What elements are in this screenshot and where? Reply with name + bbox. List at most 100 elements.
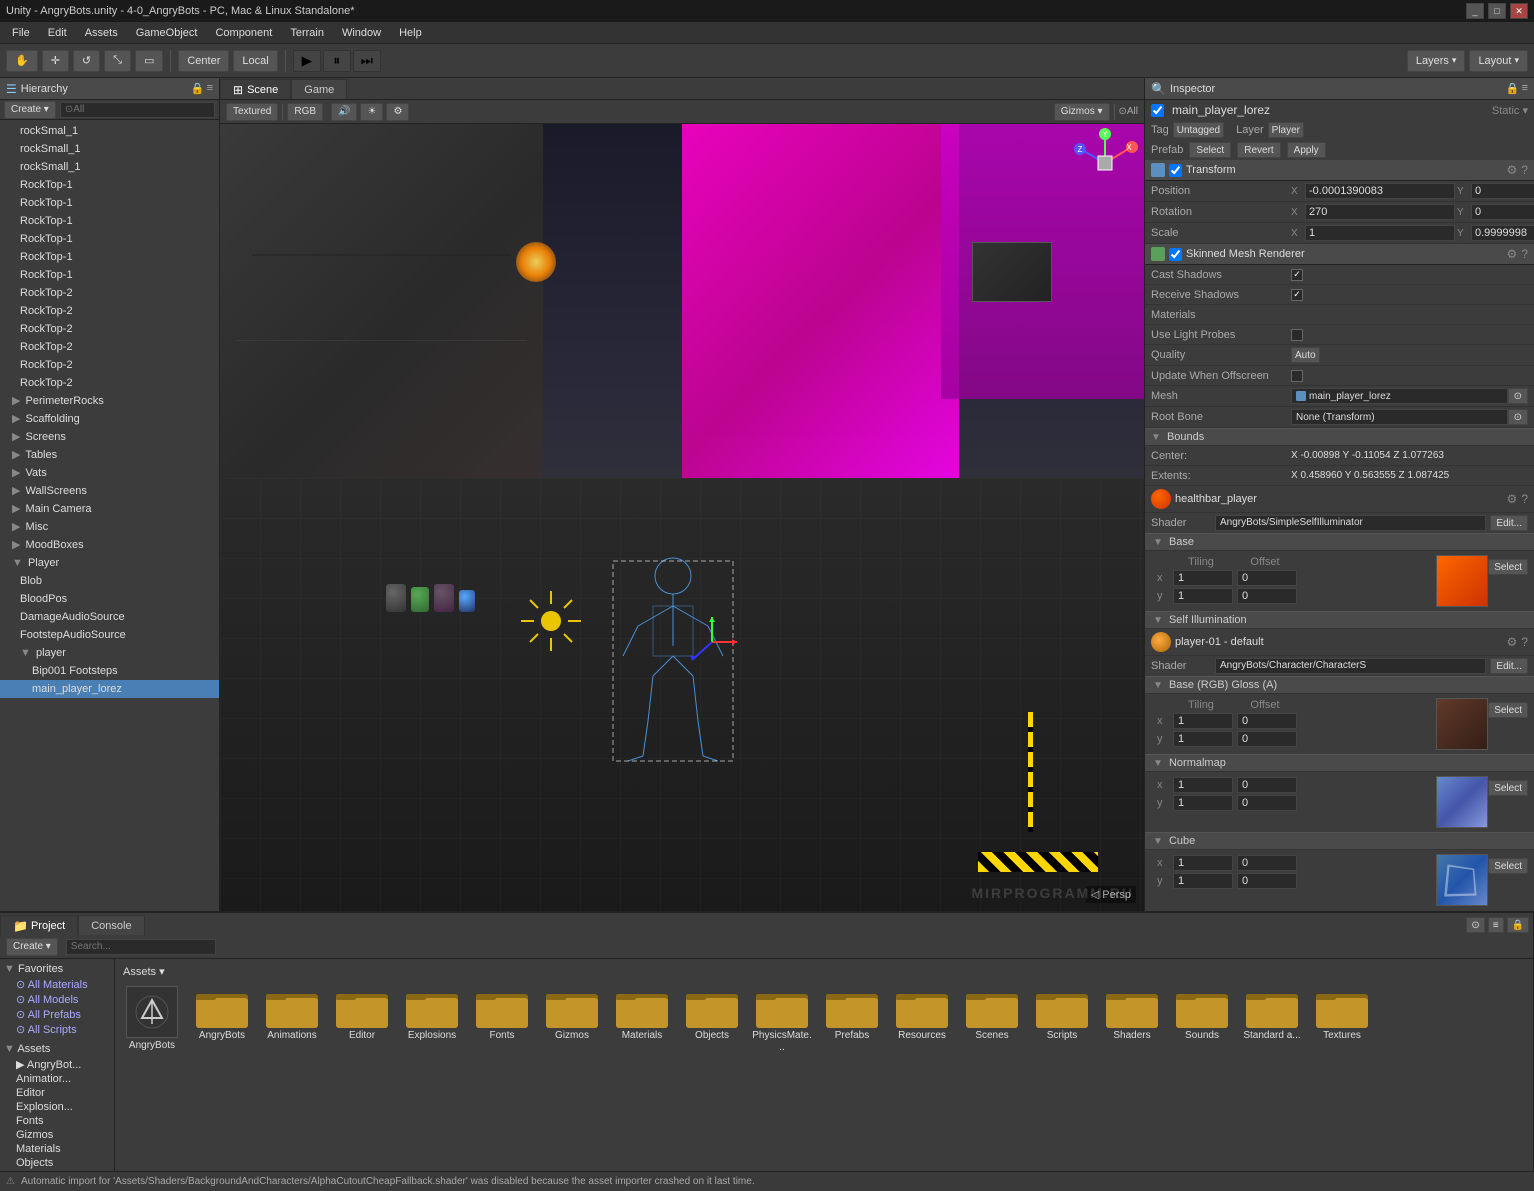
skinned-mesh-header[interactable]: Skinned Mesh Renderer ⚙ ?: [1145, 244, 1534, 265]
folder-materials[interactable]: Materials: [609, 984, 675, 1056]
prefab-select-btn[interactable]: Select: [1189, 142, 1231, 158]
project-search[interactable]: [66, 939, 216, 955]
sidebar-animatior[interactable]: Animatior...: [0, 1072, 114, 1086]
menu-assets[interactable]: Assets: [77, 25, 126, 41]
material1-header[interactable]: healthbar_player ⚙ ?: [1145, 486, 1534, 513]
pause-btn[interactable]: ⏸: [323, 50, 351, 72]
scene-tab[interactable]: ⊞ Scene: [220, 79, 291, 99]
list-item[interactable]: ▶ PerimeterRocks: [0, 392, 219, 410]
cube-offset-y[interactable]: [1237, 873, 1297, 889]
list-item[interactable]: ▼ player: [0, 644, 219, 662]
material1-select-btn[interactable]: Select: [1488, 559, 1528, 575]
list-item[interactable]: RockTop-1: [0, 248, 219, 266]
normalmap-offset-x[interactable]: [1237, 777, 1297, 793]
folder-standard[interactable]: Standard a...: [1239, 984, 1305, 1056]
hierarchy-search[interactable]: [60, 102, 215, 118]
list-item-main-player[interactable]: main_player_lorez: [0, 680, 219, 698]
root-bone-select-btn[interactable]: ⊙: [1508, 409, 1528, 425]
list-item[interactable]: RockTop-2: [0, 284, 219, 302]
static-label[interactable]: Static ▾: [1492, 104, 1528, 117]
rotate-tool[interactable]: ↺: [73, 50, 100, 72]
inspector-lock[interactable]: 🔒: [1506, 82, 1520, 95]
list-item[interactable]: ▶ Main Camera: [0, 500, 219, 518]
offset2-x-input[interactable]: 0: [1237, 713, 1297, 729]
cube-section[interactable]: ▼ Cube: [1145, 832, 1534, 850]
cube-select-btn[interactable]: Select: [1488, 858, 1528, 874]
transform-header[interactable]: Transform ⚙ ?: [1145, 160, 1534, 181]
tiling-x-input[interactable]: 1: [1173, 570, 1233, 586]
tiling2-y-input[interactable]: 1: [1173, 731, 1233, 747]
material2-texture-thumb[interactable]: [1436, 698, 1488, 750]
sidebar-explosion[interactable]: Explosion...: [0, 1100, 114, 1114]
fav-scripts[interactable]: ⊙ All Scripts: [0, 1022, 114, 1037]
receive-shadows-check[interactable]: ✓: [1291, 289, 1303, 301]
list-item[interactable]: ▶ Screens: [0, 428, 219, 446]
folder-gizmos[interactable]: Gizmos: [539, 984, 605, 1056]
sidebar-angrybots[interactable]: ▶ AngryBot...: [0, 1057, 114, 1072]
list-item[interactable]: RockTop-2: [0, 302, 219, 320]
mesh-select-btn[interactable]: ⊙: [1508, 388, 1528, 404]
rot-y-input[interactable]: 0: [1471, 204, 1534, 220]
transform-settings[interactable]: ⚙: [1507, 163, 1518, 177]
gizmo-cube[interactable]: X Y Z: [1070, 128, 1140, 198]
normalmap-tiling-y[interactable]: [1173, 795, 1233, 811]
hierarchy-lock[interactable]: 🔒: [191, 82, 205, 95]
offset-y-input[interactable]: 0: [1237, 588, 1297, 604]
fav-prefabs[interactable]: ⊙ All Prefabs: [0, 1007, 114, 1022]
list-item[interactable]: Blob: [0, 572, 219, 590]
hierarchy-create-btn[interactable]: Create ▾: [4, 101, 56, 119]
list-item[interactable]: ▶ Scaffolding: [0, 410, 219, 428]
folder-explosions[interactable]: Explosions: [399, 984, 465, 1056]
offset-x-input[interactable]: 0: [1237, 570, 1297, 586]
sidebar-materials[interactable]: Materials: [0, 1142, 114, 1156]
list-item[interactable]: ▶ WallScreens: [0, 482, 219, 500]
folder-textures[interactable]: Textures: [1309, 984, 1375, 1056]
scene-icon1[interactable]: 🔊: [331, 103, 357, 121]
step-btn[interactable]: ⏭: [353, 50, 381, 72]
folder-scripts[interactable]: Scripts: [1029, 984, 1095, 1056]
tiling2-x-input[interactable]: 1: [1173, 713, 1233, 729]
layout-btn[interactable]: Layout ▾: [1469, 50, 1528, 72]
prefab-apply-btn[interactable]: Apply: [1287, 142, 1326, 158]
skinned-enabled[interactable]: [1169, 248, 1182, 261]
inspector-menu[interactable]: ≡: [1522, 82, 1528, 95]
menu-file[interactable]: File: [4, 25, 38, 41]
normalmap-tiling-x[interactable]: [1173, 777, 1233, 793]
cube-tiling-x[interactable]: [1173, 855, 1233, 871]
scene-icon2[interactable]: ☀: [360, 103, 383, 121]
transform-enabled[interactable]: [1169, 164, 1182, 177]
skinned-settings[interactable]: ⚙: [1507, 247, 1518, 261]
menu-gameobject[interactable]: GameObject: [128, 25, 206, 41]
offset2-y-input[interactable]: 0: [1237, 731, 1297, 747]
close-btn[interactable]: ✕: [1510, 3, 1528, 19]
play-btn[interactable]: ▶: [293, 50, 321, 72]
use-light-probes-check[interactable]: [1291, 329, 1303, 341]
transform-help[interactable]: ?: [1521, 163, 1528, 177]
material1-texture-thumb[interactable]: [1436, 555, 1488, 607]
list-item[interactable]: DamageAudioSource: [0, 608, 219, 626]
folder-objects[interactable]: Objects: [679, 984, 745, 1056]
folder-scenes[interactable]: Scenes: [959, 984, 1025, 1056]
minimize-btn[interactable]: _: [1466, 3, 1484, 19]
list-item[interactable]: rockSmall_1: [0, 140, 219, 158]
textured-btn[interactable]: Textured: [226, 103, 278, 121]
project-create-btn[interactable]: Create ▾: [6, 938, 58, 956]
menu-window[interactable]: Window: [334, 25, 389, 41]
folder-fonts[interactable]: Fonts: [469, 984, 535, 1056]
pos-x-input[interactable]: -0.0001390083: [1305, 183, 1455, 199]
folder-shaders[interactable]: Shaders: [1099, 984, 1165, 1056]
list-item[interactable]: ▶ MoodBoxes: [0, 536, 219, 554]
rect-tool[interactable]: ▭: [135, 50, 163, 72]
sidebar-gizmos[interactable]: Gizmos: [0, 1128, 114, 1142]
scale-tool[interactable]: ⤡: [104, 50, 131, 72]
maximize-btn[interactable]: □: [1488, 3, 1506, 19]
skinned-help[interactable]: ?: [1521, 247, 1528, 261]
menu-help[interactable]: Help: [391, 25, 430, 41]
object-active-toggle[interactable]: [1151, 104, 1164, 117]
base-section[interactable]: ▼ Base: [1145, 533, 1534, 551]
local-btn[interactable]: Local: [233, 50, 277, 72]
menu-component[interactable]: Component: [207, 25, 280, 41]
folder-editor[interactable]: Editor: [329, 984, 395, 1056]
hierarchy-menu[interactable]: ≡: [207, 82, 213, 95]
persp-label[interactable]: ◁ Persp: [1086, 886, 1136, 903]
